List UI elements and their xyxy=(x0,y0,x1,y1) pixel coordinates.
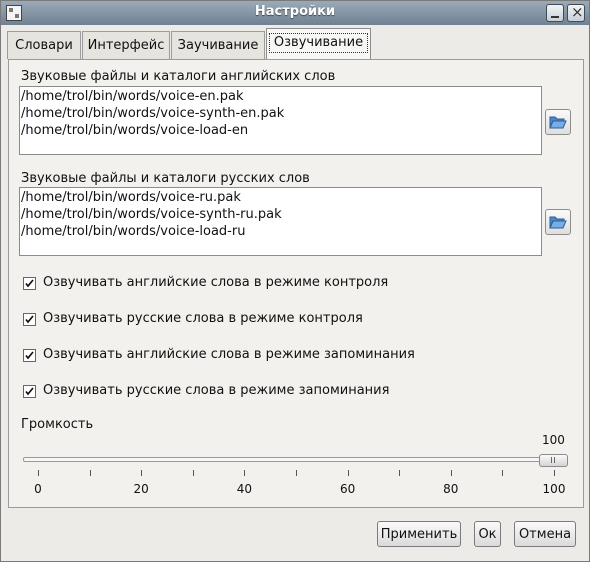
tab-interface-label: Интерфейс xyxy=(87,38,165,53)
option-russian-memorize[interactable]: Озвучивать русские слова в режиме запоми… xyxy=(23,382,443,400)
tab-learning[interactable]: Заучивание xyxy=(171,31,265,59)
minimize-button[interactable] xyxy=(546,4,564,22)
volume-slider-track[interactable] xyxy=(23,457,568,462)
option-label: Озвучивать английские слова в режиме кон… xyxy=(43,275,389,290)
list-item[interactable]: /home/trol/bin/words/voice-load-ru xyxy=(21,223,540,240)
volume-value: 100 xyxy=(542,433,565,447)
option-label: Озвучивать русские слова в режиме запоми… xyxy=(43,383,390,398)
volume-tick xyxy=(347,470,349,476)
option-english-control[interactable]: Озвучивать английские слова в режиме кон… xyxy=(23,274,443,292)
volume-tick xyxy=(192,470,194,476)
english-sounds-list[interactable]: /home/trol/bin/words/voice-en.pak /home/… xyxy=(19,86,542,155)
volume-tick xyxy=(244,470,246,476)
close-icon: × xyxy=(571,3,584,21)
russian-sounds-list[interactable]: /home/trol/bin/words/voice-ru.pak /home/… xyxy=(19,187,542,256)
minimize-icon xyxy=(551,16,559,18)
volume-tick-label: 0 xyxy=(34,482,42,496)
volume-label: Громкость xyxy=(21,417,94,432)
tab-voicing-label: Озвучивание xyxy=(268,33,369,53)
browse-english-button[interactable] xyxy=(545,109,571,135)
volume-tick xyxy=(450,470,452,476)
list-item[interactable]: /home/trol/bin/words/voice-ru.pak xyxy=(21,189,540,206)
volume-tick xyxy=(554,470,555,476)
settings-window: Настройки × Словари Интерфейс Заучивание… xyxy=(0,0,590,562)
volume-tick xyxy=(38,470,39,476)
ok-button[interactable]: Ок xyxy=(474,521,501,547)
list-item[interactable]: /home/trol/bin/words/voice-synth-en.pak xyxy=(21,105,540,122)
browse-russian-button[interactable] xyxy=(545,209,571,235)
checkmark-icon xyxy=(25,315,34,324)
tab-voicing[interactable]: Озвучивание xyxy=(266,28,371,59)
checkbox-russian-control[interactable] xyxy=(23,313,36,326)
option-english-memorize[interactable]: Озвучивать английские слова в режиме зап… xyxy=(23,346,443,364)
tab-dictionaries-label: Словари xyxy=(15,38,73,53)
option-label: Озвучивать русские слова в режиме контро… xyxy=(43,311,363,326)
slider-grip-icon xyxy=(551,457,552,463)
volume-tick xyxy=(296,470,297,476)
list-item[interactable]: /home/trol/bin/words/voice-en.pak xyxy=(21,88,540,105)
option-russian-control[interactable]: Озвучивать русские слова в режиме контро… xyxy=(23,310,443,328)
cancel-button[interactable]: Отмена xyxy=(514,521,576,547)
volume-tick-label: 80 xyxy=(443,482,459,496)
tab-dictionaries[interactable]: Словари xyxy=(7,31,81,59)
volume-slider-handle[interactable] xyxy=(539,454,568,467)
volume-tick-label: 60 xyxy=(339,482,356,496)
checkbox-english-memorize[interactable] xyxy=(23,349,36,362)
apply-button[interactable]: Применить xyxy=(377,521,461,547)
checkmark-icon xyxy=(25,387,34,396)
volume-tick xyxy=(399,470,401,476)
close-button[interactable]: × xyxy=(567,3,585,22)
volume-tick-label: 20 xyxy=(133,482,149,496)
checkmark-icon xyxy=(25,351,34,360)
checkbox-english-control[interactable] xyxy=(23,277,36,290)
volume-tick xyxy=(502,470,504,476)
tab-learning-label: Заучивание xyxy=(177,38,259,53)
volume-tick xyxy=(89,470,91,476)
title-bar[interactable]: Настройки × xyxy=(1,1,589,25)
russian-sounds-label: Звуковые файлы и каталоги русских слов xyxy=(21,171,310,186)
volume-tick-label: 100 xyxy=(542,482,566,496)
window-title: Настройки xyxy=(254,4,336,19)
english-sounds-label: Звуковые файлы и каталоги английских сло… xyxy=(21,69,336,84)
volume-tick xyxy=(141,470,143,476)
option-label: Озвучивать английские слова в режиме зап… xyxy=(43,347,415,362)
open-folder-icon xyxy=(549,216,567,229)
checkbox-russian-memorize[interactable] xyxy=(23,385,36,398)
volume-tick-label: 40 xyxy=(236,482,253,496)
checkmark-icon xyxy=(25,279,34,288)
list-item[interactable]: /home/trol/bin/words/voice-synth-ru.pak xyxy=(21,206,540,223)
open-folder-icon xyxy=(549,116,567,129)
list-item[interactable]: /home/trol/bin/words/voice-load-en xyxy=(21,122,540,139)
tab-interface[interactable]: Интерфейс xyxy=(82,31,170,59)
